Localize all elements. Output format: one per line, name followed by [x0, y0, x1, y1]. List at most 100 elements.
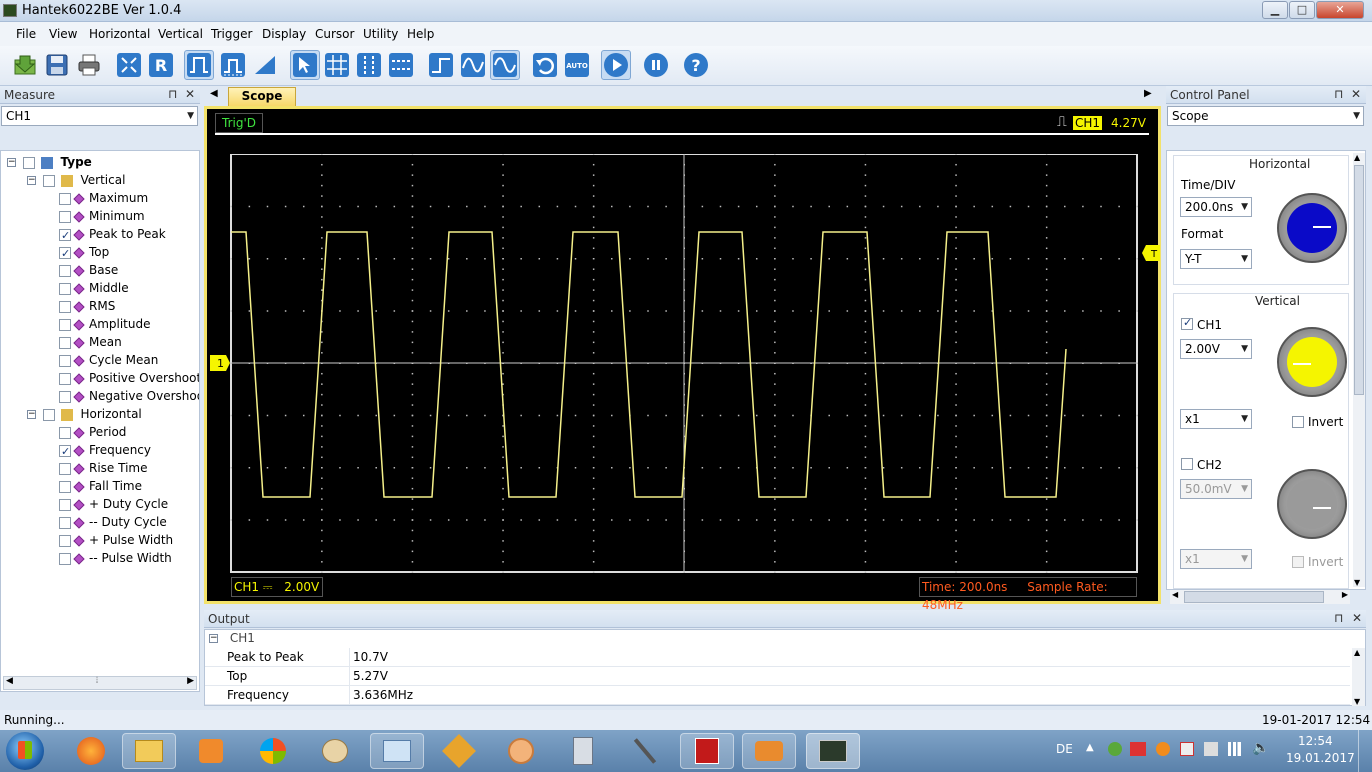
show-desktop-button[interactable] [1358, 730, 1372, 772]
measure-checkbox[interactable] [59, 227, 71, 245]
tab-scope[interactable]: Scope [228, 87, 296, 106]
measure-checkbox[interactable] [59, 336, 71, 349]
ch2-volts-select[interactable]: 50.0mV ▼ [1180, 479, 1252, 499]
measure-checkbox[interactable] [59, 245, 71, 263]
ch1-volts-knob[interactable] [1277, 327, 1347, 397]
taskbar-camera[interactable] [742, 733, 796, 769]
taskbar-media-player[interactable] [184, 733, 238, 769]
select-button[interactable] [290, 50, 320, 80]
close-icon[interactable]: ✕ [1351, 87, 1361, 101]
measure-checkbox[interactable] [59, 300, 71, 313]
horizontal-cursor-button[interactable] [386, 50, 416, 80]
menu-horizontal[interactable]: Horizontal [89, 27, 150, 41]
taskbar-search[interactable] [494, 733, 548, 769]
tree-group-vertical[interactable]: − Vertical [27, 171, 125, 189]
vertical-measure-item[interactable]: Positive Overshoot [59, 369, 199, 387]
tree-root-checkbox[interactable] [22, 156, 35, 169]
measure-checkbox[interactable] [59, 480, 71, 493]
horizontal-measure-item[interactable]: + Duty Cycle [59, 495, 168, 513]
taskbar-paint[interactable] [308, 733, 362, 769]
grid-button[interactable] [322, 50, 352, 80]
save-button[interactable] [42, 50, 72, 80]
vertical-measure-item[interactable]: Base [59, 261, 118, 279]
ch1-probe-select[interactable]: x1 ▼ [1180, 409, 1252, 429]
tab-scroll-right-icon[interactable]: ▶ [1144, 88, 1152, 99]
tree-root[interactable]: − Type [7, 153, 92, 171]
scroll-thumb[interactable] [1354, 165, 1364, 395]
control-panel-horizontal-scrollbar[interactable]: ◀ ▶ [1170, 590, 1350, 604]
menu-vertical[interactable]: Vertical [158, 27, 203, 41]
ch1-level-marker[interactable]: 1 [210, 355, 230, 371]
vertical-measure-item[interactable]: Mean [59, 333, 122, 351]
close-button[interactable]: ✕ [1316, 1, 1364, 19]
taskbar-explorer[interactable] [122, 733, 176, 769]
pulse-button[interactable] [184, 50, 214, 80]
cc-tray-icon[interactable] [1130, 742, 1146, 756]
ch1-volts-select[interactable]: 2.00V ▼ [1180, 339, 1252, 359]
pause-button[interactable] [641, 50, 671, 80]
measure-checkbox[interactable] [59, 282, 71, 295]
auto-button[interactable]: AUTO [562, 50, 592, 80]
scroll-down-icon[interactable]: ▼ [1354, 697, 1360, 706]
vertical-measure-item[interactable]: Cycle Mean [59, 351, 158, 369]
measure-checkbox[interactable] [59, 192, 71, 205]
language-indicator[interactable]: DE [1056, 742, 1073, 756]
menu-trigger[interactable]: Trigger [211, 27, 252, 41]
safely-remove-icon[interactable] [1204, 742, 1218, 756]
run-button[interactable] [601, 50, 631, 80]
taskbar-firefox[interactable] [64, 733, 118, 769]
measure-checkbox[interactable] [59, 443, 71, 461]
scroll-left-icon[interactable]: ◀ [1172, 590, 1178, 599]
vertical-measure-item[interactable]: Negative Overshoot [59, 387, 199, 405]
print-button[interactable] [74, 50, 104, 80]
horizontal-measure-item[interactable]: Fall Time [59, 477, 142, 495]
vertical-measure-item[interactable]: Maximum [59, 189, 148, 207]
clock-date[interactable]: 19.01.2017 [1286, 751, 1355, 765]
autoscale-button[interactable] [114, 50, 144, 80]
vertical-cursor-button[interactable] [354, 50, 384, 80]
tab-scroll-left-icon[interactable]: ◀ [210, 88, 218, 99]
ramp-button[interactable] [250, 50, 280, 80]
scroll-right-icon[interactable]: ▶ [187, 676, 194, 686]
menu-display[interactable]: Display [262, 27, 306, 41]
scroll-right-icon[interactable]: ▶ [1342, 590, 1348, 599]
menu-view[interactable]: View [49, 27, 77, 41]
minimize-button[interactable]: ▁ [1262, 1, 1288, 19]
format-select[interactable]: Y-T ▼ [1180, 249, 1252, 269]
close-icon[interactable]: ✕ [185, 87, 195, 101]
tray-expand-icon[interactable]: ▲ [1086, 742, 1094, 753]
ch1-enable-checkbox[interactable] [1181, 316, 1193, 330]
pin-icon[interactable]: ⊓ [168, 87, 177, 101]
ch1-invert-checkbox[interactable] [1292, 416, 1304, 428]
measure-horizontal-scrollbar[interactable]: ◀ ⦙ ▶ [3, 676, 197, 690]
taskbar-calculator[interactable] [556, 733, 610, 769]
scroll-grip-icon[interactable]: ⦙ [96, 676, 98, 686]
ch2-volts-knob[interactable] [1277, 469, 1347, 539]
taskbar-hantek[interactable] [806, 733, 860, 769]
reset-button[interactable]: R [146, 50, 176, 80]
collapse-icon[interactable]: − [27, 176, 36, 185]
output-row[interactable]: Peak to Peak 10.7V [205, 648, 1350, 667]
open-button[interactable] [10, 50, 40, 80]
measure-checkbox[interactable] [59, 264, 71, 277]
measure-checkbox[interactable] [59, 498, 71, 511]
sine-active-button[interactable] [490, 50, 520, 80]
output-row[interactable]: Top 5.27V [205, 667, 1350, 686]
control-mode-select[interactable]: Scope ▼ [1167, 106, 1364, 126]
pulse-steps-button[interactable] [218, 50, 248, 80]
time-div-knob[interactable] [1277, 193, 1347, 263]
scroll-down-icon[interactable]: ▼ [1354, 578, 1360, 587]
menu-utility[interactable]: Utility [363, 27, 398, 41]
output-group[interactable]: − CH1 [205, 630, 1350, 648]
horizontal-measure-item[interactable]: -- Duty Cycle [59, 513, 167, 531]
measure-checkbox[interactable] [59, 552, 71, 565]
ch2-invert-checkbox[interactable] [1292, 556, 1304, 568]
measure-checkbox[interactable] [59, 390, 71, 403]
horizontal-measure-item[interactable]: Period [59, 423, 126, 441]
maximize-button[interactable]: □ [1289, 1, 1315, 19]
update-tray-icon[interactable] [1156, 742, 1170, 756]
scroll-up-icon[interactable]: ▲ [1354, 648, 1360, 657]
measure-checkbox[interactable] [59, 372, 71, 385]
horizontal-measure-item[interactable]: Frequency [59, 441, 151, 461]
vertical-measure-item[interactable]: Top [59, 243, 109, 263]
